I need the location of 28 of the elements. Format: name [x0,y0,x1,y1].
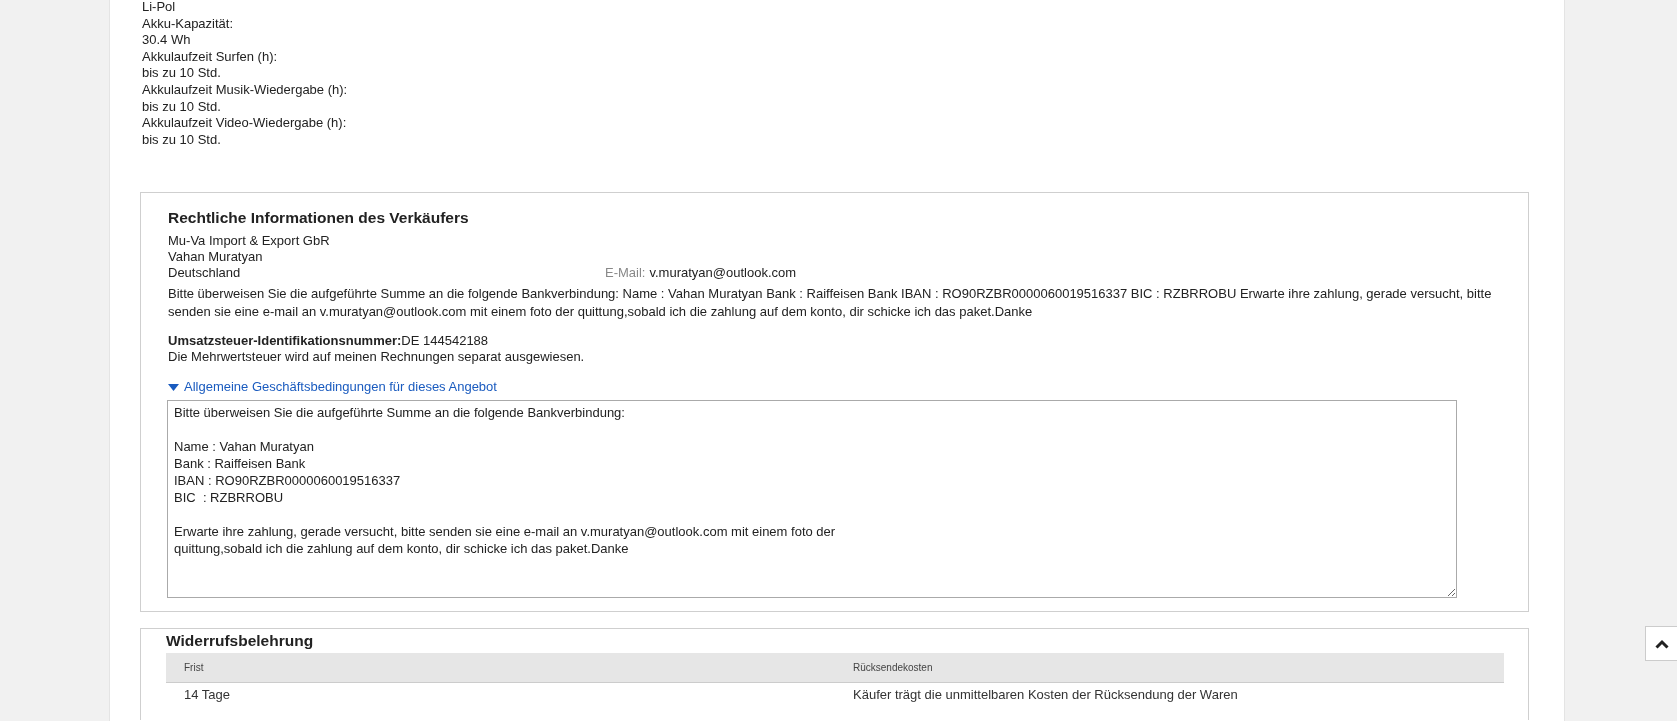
spec-text: bis zu 10 Std. [142,65,222,82]
spec-text: Akkulaufzeit Musik-Wiedergabe (h): [142,81,349,99]
table-cell-text: 14 Tage [183,685,232,704]
vat-note: Die Mehrwertsteuer wird auf meinen Rechnungen separat ausgewiesen. [168,349,586,365]
column-header: Frist [183,661,205,673]
email-label: E-Mail: [605,265,646,280]
payment-note: Bitte überweisen Sie die aufgeführte Summe an die folgende Bankverbindung: Name : Vahan Muratyan Bank : Raiffeisen Bank IBAN : RO90RZBR0000060019516337 BIC : RZBRROBU Erwarte ihre zahlung, gerade versucht, bitte senden sie eine e-mail an v.muratyan@outlook.com mit einem foto der quittung,sobald ich die zahlung auf dem konto, dir schicke ich das paket.Danke [168,285,1493,321]
spec-text: Akku-Kapazität: [142,15,235,33]
chevron-up-icon [1655,638,1669,649]
spec-text: Akkulaufzeit Video-Wiedergabe (h): [142,115,348,132]
column-header: Rücksendekosten [853,661,933,673]
vat-id-text: Umsatzsteuer-Identifikationsnummer:DE 144542188 [168,333,490,349]
triangle-down-icon [168,381,179,393]
scroll-to-top-button[interactable] [1645,626,1677,661]
terms-textarea[interactable]: Bitte überweisen Sie die aufgeführte Summe an die folgende Bankverbindung: Name : Vahan Muratyan Bank : Raiffeisen Bank IBAN : RO90RZBR0000060019516337 BIC : RZBRROBU Erwarte ihre zahlung, gerade versucht, bitte senden sie eine e-mail an v.muratyan@outlook.com mit einem foto der quittung,sobald ich die zahlung auf dem konto, dir schicke ich das paket.Danke [167,399,1457,598]
section-title: Widerrufsbelehrung [166,630,315,651]
spec-text: bis zu 10 Std. [142,98,222,116]
terms-toggle-link[interactable]: Allgemeine Geschäftsbedingungen für dieses Angebot [168,379,497,395]
spec-text: 30.4 Wh [142,32,192,49]
address-line: Vahan Muratyan [168,249,264,265]
spec-text: Akkulaufzeit Surfen (h): [142,48,279,66]
section-title: Rechtliche Informationen des Verkäufers [168,208,470,228]
table-cell-text: Käufer trägt die unmittelbaren Kosten der Rücksendung der Waren [853,685,1238,704]
spec-text: Li-Pol [142,0,177,16]
email-address: v.muratyan@outlook.com [649,265,797,280]
address-line: Mu-Va Import & Export GbR [168,233,331,249]
address-line: Deutschland [168,265,242,281]
spec-text: bis zu 10 Std. [142,131,222,149]
